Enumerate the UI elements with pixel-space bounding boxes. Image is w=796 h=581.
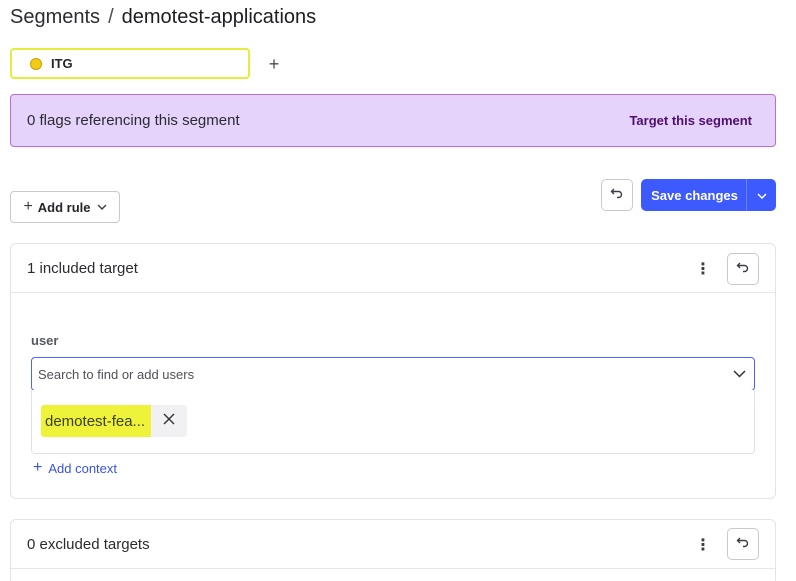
chevron-down-icon xyxy=(97,201,107,213)
add-context-label: Add context xyxy=(48,460,117,476)
more-options-icon[interactable]: ⋮ xyxy=(695,535,711,555)
environment-name: ITG xyxy=(51,56,73,71)
target-chip: demotest-fea... xyxy=(41,405,188,437)
flags-referencing-banner: 0 flags referencing this segment Target … xyxy=(10,94,776,147)
undo-all-button[interactable] xyxy=(601,179,633,211)
environment-tab-itg[interactable]: ITG xyxy=(10,48,250,79)
close-icon xyxy=(163,412,175,430)
add-context-button[interactable]: + Add context xyxy=(33,459,117,477)
excluded-targets-header: 0 excluded targets ⋮ xyxy=(11,520,775,569)
save-changes-group: Save changes xyxy=(641,179,776,211)
remove-target-button[interactable] xyxy=(151,405,188,437)
add-environment-button[interactable]: + xyxy=(264,52,284,76)
included-targets-title: 1 included target xyxy=(27,259,138,277)
target-chip-label[interactable]: demotest-fea... xyxy=(41,405,152,437)
chevron-down-icon[interactable] xyxy=(724,370,754,378)
add-rule-button[interactable]: + Add rule xyxy=(10,191,120,223)
plus-icon: + xyxy=(33,459,43,476)
save-changes-button[interactable]: Save changes xyxy=(641,188,746,203)
add-rule-label: Add rule xyxy=(37,199,91,215)
excluded-targets-title: 0 excluded targets xyxy=(27,535,150,553)
more-options-icon[interactable]: ⋮ xyxy=(695,259,711,279)
plus-icon: + xyxy=(268,53,280,74)
selected-targets-area: demotest-fea... xyxy=(31,390,755,454)
undo-icon xyxy=(736,535,750,554)
breadcrumb-separator: / xyxy=(108,5,114,28)
context-kind-label: user xyxy=(31,333,59,348)
undo-included-button[interactable] xyxy=(727,253,759,285)
user-search-input[interactable] xyxy=(38,366,724,382)
page-title: demotest-applications xyxy=(121,5,317,28)
user-search-combobox[interactable] xyxy=(31,357,755,391)
undo-icon xyxy=(736,260,750,279)
target-this-segment-link[interactable]: Target this segment xyxy=(629,113,752,128)
breadcrumb-segments-link[interactable]: Segments xyxy=(10,6,100,29)
save-options-chevron-button[interactable] xyxy=(746,179,776,211)
undo-icon xyxy=(610,186,624,205)
flags-referencing-text: 0 flags referencing this segment xyxy=(27,112,240,129)
included-targets-header: 1 included target ⋮ xyxy=(11,244,775,293)
excluded-targets-card: 0 excluded targets ⋮ xyxy=(10,519,776,581)
breadcrumb: Segments / demotest-applications xyxy=(10,4,316,30)
undo-excluded-button[interactable] xyxy=(727,528,759,560)
environment-color-dot xyxy=(30,57,42,70)
plus-icon: + xyxy=(23,198,33,215)
chevron-down-icon xyxy=(756,186,767,204)
